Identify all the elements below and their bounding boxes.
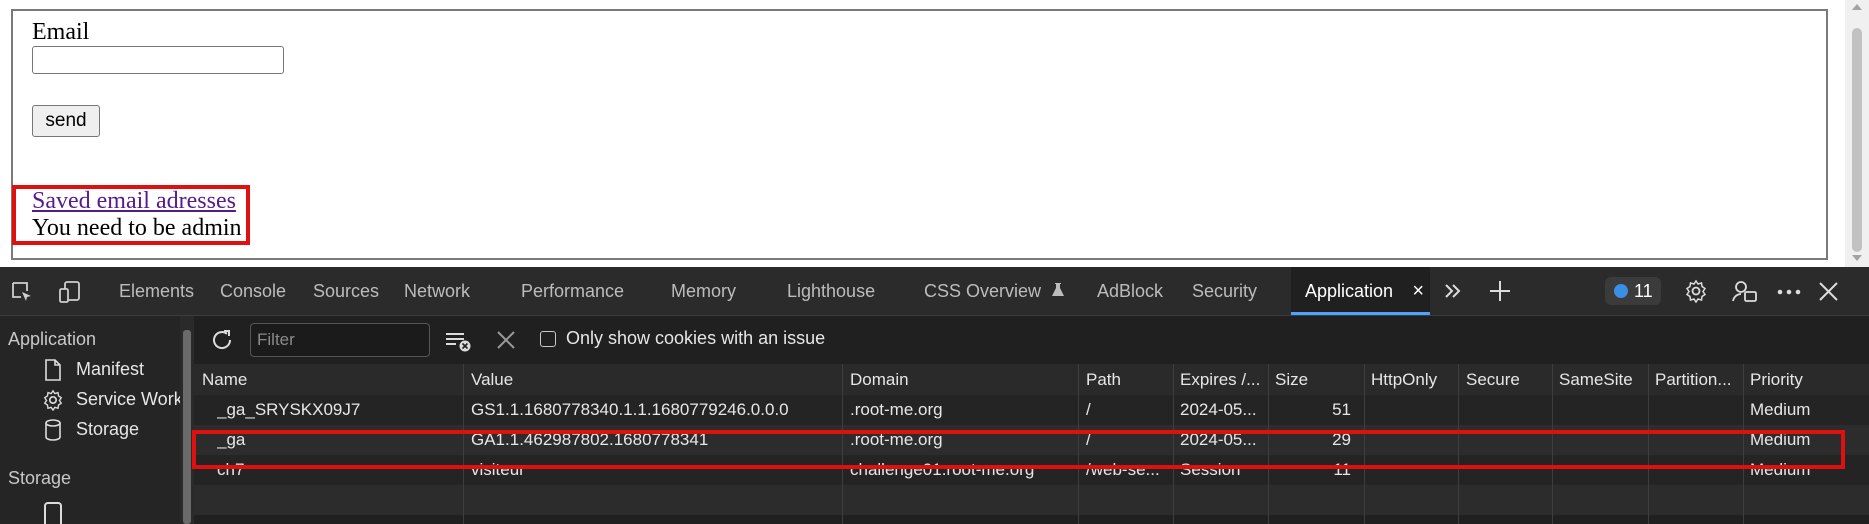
delete-icon[interactable]	[496, 330, 516, 355]
database-icon	[44, 419, 62, 446]
web-page: Email send Saved email adresses You need…	[0, 0, 1845, 267]
gear-icon	[42, 389, 64, 416]
cell-priority: Medium	[1750, 400, 1811, 419]
highlight-box	[192, 430, 1845, 469]
cell-path: /	[1086, 400, 1091, 419]
column-header-samesite[interactable]: SameSite	[1559, 364, 1643, 395]
add-icon[interactable]	[1489, 280, 1511, 302]
inspect-icon[interactable]	[10, 280, 34, 304]
scroll-down-icon[interactable]	[1852, 255, 1862, 261]
more-tabs-icon[interactable]	[1443, 281, 1463, 301]
column-header-domain[interactable]: Domain	[850, 364, 1070, 395]
send-button[interactable]: send	[32, 105, 100, 137]
sidebar-heading-storage: Storage	[8, 468, 72, 488]
saved-emails-link[interactable]: Saved email adresses	[32, 188, 236, 215]
sidebar-item-service-workers[interactable]: Service Work	[42, 389, 183, 412]
tab-application-label: Application	[1305, 281, 1394, 301]
tab-performance[interactable]: Performance	[521, 267, 624, 315]
customize-icon[interactable]	[1732, 279, 1758, 303]
page-scrollbar[interactable]	[1845, 0, 1869, 267]
column-header-size[interactable]: Size	[1275, 364, 1359, 395]
tab-css-overview-label: CSS Overview	[924, 281, 1042, 301]
devtools-panel: Elements Console Sources Network Perform…	[0, 267, 1869, 524]
close-devtools-icon[interactable]	[1819, 282, 1838, 301]
column-header-secure[interactable]: Secure	[1466, 364, 1550, 395]
device-toolbar-icon[interactable]	[58, 280, 82, 304]
tab-adblock[interactable]: AdBlock	[1097, 267, 1163, 315]
sidebar-item-manifest[interactable]: Manifest	[44, 359, 145, 381]
column-header-httponly[interactable]: HttpOnly	[1371, 364, 1455, 395]
only-issues-label: Only show cookies with an issue	[566, 328, 826, 348]
tab-memory[interactable]: Memory	[671, 267, 736, 315]
issues-count: 11	[1634, 281, 1653, 301]
filter-input[interactable]	[250, 323, 430, 357]
tab-lighthouse[interactable]: Lighthouse	[787, 267, 875, 315]
column-header-path[interactable]: Path	[1086, 364, 1166, 395]
close-icon[interactable]: ×	[1412, 267, 1424, 315]
table-row[interactable]: _ga_SRYSKX09J7 GS1.1.1680778340.1.1.1680…	[194, 395, 1869, 425]
issues-icon	[1614, 284, 1628, 298]
empty-row	[194, 485, 1869, 515]
sidebar-item-service-workers-label: Service Work	[76, 389, 183, 409]
more-icon[interactable]	[1777, 289, 1801, 295]
sidebar-item-storage-label: Storage	[76, 419, 140, 439]
scrollbar-thumb[interactable]	[1852, 28, 1862, 252]
clear-filtered-icon[interactable]	[444, 329, 472, 358]
sidebar-item-manifest-label: Manifest	[76, 359, 145, 379]
email-label: Email	[32, 19, 90, 45]
cookies-toolbar: Only show cookies with an issue	[194, 316, 1869, 365]
admin-message: You need to be admin	[32, 215, 242, 241]
column-header-name[interactable]: Name	[202, 364, 452, 395]
sidebar-scrollbar-thumb[interactable]	[183, 330, 191, 524]
sidebar-scrollbar[interactable]	[180, 316, 194, 524]
only-issues-checkbox[interactable]	[540, 331, 556, 347]
table-header: Name Value Domain Path Expires /... Size…	[194, 364, 1869, 396]
tab-application[interactable]: Application ×	[1291, 267, 1430, 315]
column-header-priority[interactable]: Priority	[1750, 364, 1860, 395]
application-sidebar: Application Manifest Service Work Storag…	[0, 316, 183, 524]
email-input[interactable]	[32, 46, 284, 74]
column-header-expires[interactable]: Expires /...	[1180, 364, 1264, 395]
flask-icon	[1051, 268, 1065, 316]
storage-item-icon	[44, 502, 62, 524]
tab-security[interactable]: Security	[1192, 267, 1257, 315]
tab-network[interactable]: Network	[404, 267, 470, 315]
refresh-icon[interactable]	[210, 328, 234, 357]
cell-domain: .root-me.org	[850, 400, 943, 419]
devtools-tabbar: Elements Console Sources Network Perform…	[0, 267, 1869, 316]
tab-elements[interactable]: Elements	[119, 267, 194, 315]
column-header-partition[interactable]: Partition...	[1655, 364, 1741, 395]
tab-sources[interactable]: Sources	[313, 267, 379, 315]
scroll-up-icon[interactable]	[1852, 4, 1862, 10]
issues-badge[interactable]: 11	[1605, 277, 1661, 305]
file-icon	[44, 359, 62, 386]
page-frame: Email send Saved email adresses You need…	[11, 9, 1828, 260]
cell-size: 51	[1332, 400, 1351, 419]
settings-icon[interactable]	[1684, 279, 1708, 303]
cell-value: GS1.1.1680778340.1.1.1680779246.0.0.0	[471, 400, 789, 419]
tab-console[interactable]: Console	[220, 267, 286, 315]
sidebar-item-storage[interactable]: Storage	[44, 419, 140, 441]
cookies-table: Name Value Domain Path Expires /... Size…	[192, 364, 1869, 524]
tab-css-overview[interactable]: CSS Overview	[924, 267, 1065, 315]
cell-expires: 2024-05...	[1180, 400, 1257, 419]
column-header-value[interactable]: Value	[471, 364, 831, 395]
cell-name: _ga_SRYSKX09J7	[217, 400, 361, 419]
sidebar-heading-application: Application	[8, 329, 97, 349]
